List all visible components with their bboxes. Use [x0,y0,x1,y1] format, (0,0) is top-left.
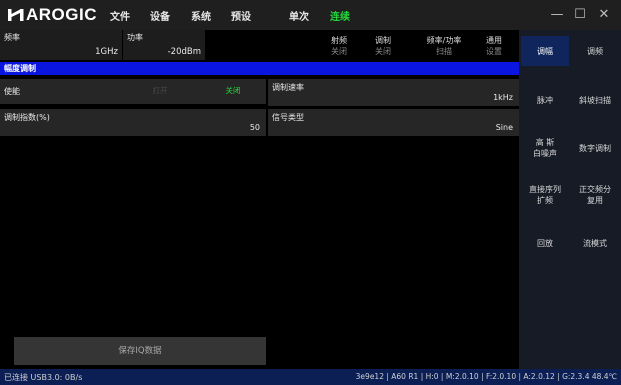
menu-device[interactable]: 设备 [150,8,170,23]
section-title: 幅度调制 [4,64,36,73]
frequency-label: 频率 [4,33,20,42]
menu-preset[interactable]: 预设 [231,8,251,23]
signal-type-value: Sine [495,123,513,132]
power-value: -20dBm [167,47,201,57]
am-enable-row: 使能 打开 关闭 [0,79,266,104]
am-enable-off-option[interactable]: 关闭 [214,82,252,100]
mod-depth-value: 50 [249,123,260,132]
frequency-field[interactable]: 频率 1GHz [0,30,122,60]
modulation-toggle-state: 关闭 [375,47,391,56]
general-settings-label: 通用 [486,36,502,45]
close-icon[interactable]: ✕ [595,6,613,24]
menu-continuous[interactable]: 连续 [330,8,350,23]
power-label: 功率 [127,33,143,42]
am-enable-label: 使能 [4,87,20,96]
mod-rate-value: 1kHz [493,93,513,102]
rf-toggle-state: 关闭 [331,47,347,56]
menu-single[interactable]: 单次 [289,8,309,23]
sidebar-item-ofdm[interactable]: 正交频分 复用 [571,180,619,210]
rf-toggle-button[interactable]: 射频 关闭 [319,31,359,59]
mod-depth-field[interactable]: 调制指数(%) 50 [0,109,266,136]
signal-type-field[interactable]: 信号类型 Sine [268,109,519,136]
sidebar-item-digital-mod[interactable]: 数字调制 [571,133,619,163]
harogic-logo: AROGIC [8,5,97,24]
frequency-value: 1GHz [95,47,118,57]
connection-status: 已连接 USB3.0: 0B/s [4,373,83,382]
logo-h-icon [8,9,24,21]
general-settings-sublabel: 设置 [486,47,502,56]
sidebar-item-ramp-sweep[interactable]: 斜坡扫描 [571,85,619,115]
maximize-icon[interactable]: ☐ [571,6,589,24]
sidebar-item-fm[interactable]: 调频 [571,36,619,66]
mod-rate-label: 调制速率 [272,83,304,92]
power-field[interactable]: 功率 -20dBm [123,30,205,60]
mod-depth-label: 调制指数(%) [4,113,50,122]
menu-system[interactable]: 系统 [191,8,211,23]
sweep-sublabel: 扫描 [436,47,452,56]
section-header: 幅度调制 [0,62,519,75]
modulation-toggle-button[interactable]: 调制 关闭 [363,31,403,59]
sidebar-item-awgn[interactable]: 高 斯 白噪声 [521,133,569,163]
sidebar-item-pulse[interactable]: 脉冲 [521,85,569,115]
title-bar: AROGIC 文件 设备 系统 预设 单次 连续 — ☐ ✕ [0,0,621,30]
sweep-label: 频率/功率 [426,36,462,45]
mod-rate-field[interactable]: 调制速率 1kHz [268,79,519,106]
sidebar-item-stream[interactable]: 流模式 [571,228,619,258]
signal-type-label: 信号类型 [272,113,304,122]
sweep-button[interactable]: 频率/功率 扫描 [420,31,468,59]
menu-file[interactable]: 文件 [110,8,130,23]
minimize-icon[interactable]: — [548,6,566,24]
device-info: 3e9e12 | A60 R1 | H:0 | M:2.0.10 | F:2.0… [355,372,617,381]
general-settings-button[interactable]: 通用 设置 [474,31,514,59]
logo-text: AROGIC [26,5,97,24]
rf-toggle-label: 射频 [331,36,347,45]
am-enable-on-option[interactable]: 打开 [141,82,179,100]
modulation-sidebar: 调幅 调频 脉冲 斜坡扫描 高 斯 白噪声 数字调制 直接序列 扩频 正交频分 … [519,30,621,369]
sidebar-item-am[interactable]: 调幅 [521,36,569,66]
status-bar: 已连接 USB3.0: 0B/s 3e9e12 | A60 R1 | H:0 |… [0,369,621,385]
modulation-toggle-label: 调制 [375,36,391,45]
sidebar-item-playback[interactable]: 回放 [521,228,569,258]
save-iq-data-button[interactable]: 保存IQ数据 [14,337,266,365]
sidebar-item-dsss[interactable]: 直接序列 扩频 [521,180,569,210]
